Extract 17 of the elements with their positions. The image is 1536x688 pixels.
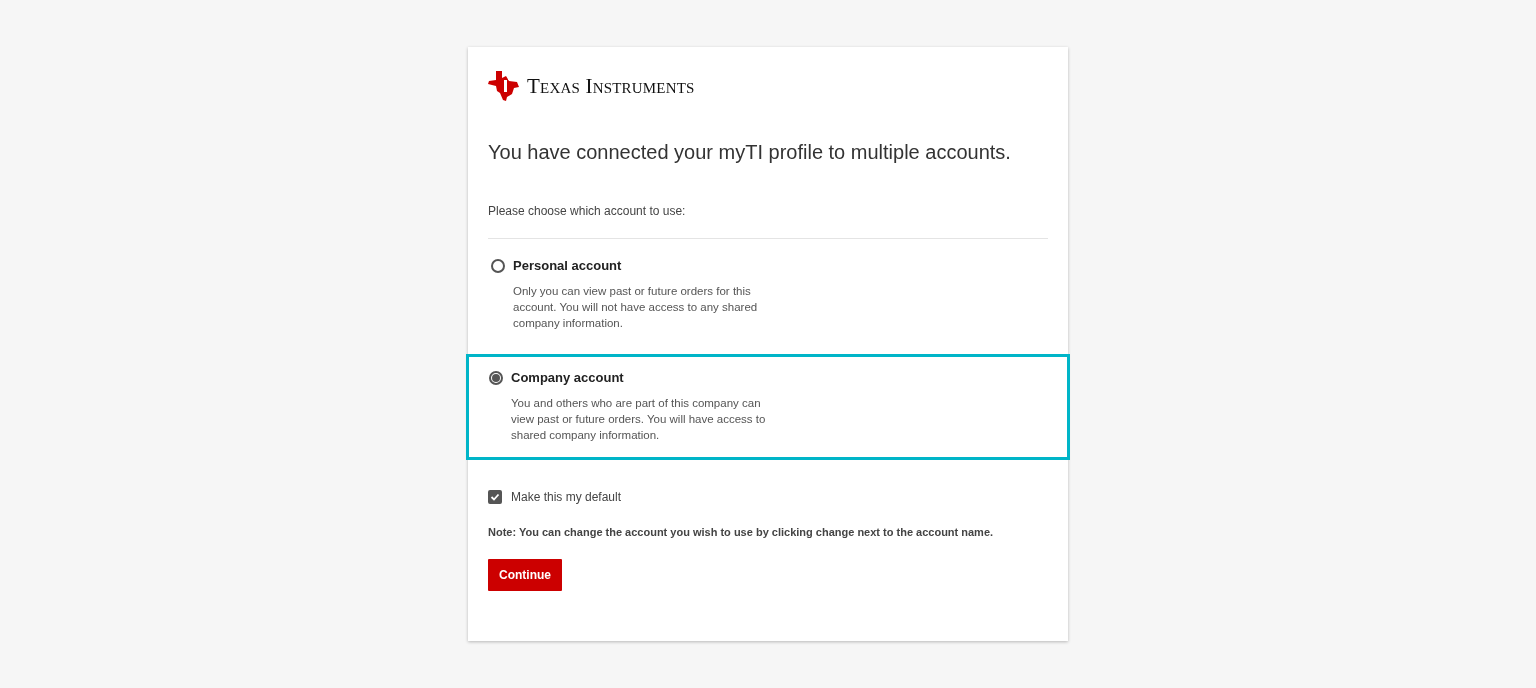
page-heading: You have connected your myTI profile to multiple accounts.: [488, 141, 1012, 164]
checkbox-label: Make this my default: [511, 490, 622, 504]
checkbox[interactable]: [488, 490, 502, 504]
option-description: You and others who are part of this company can view past or future orders. You will have access to shared company information.: [511, 396, 767, 443]
option-label: Company account: [511, 370, 625, 385]
continue-button[interactable]: Continue: [488, 559, 562, 591]
option-description: Only you can view past or future orders for this account. You will not have access to any shared company information.: [513, 284, 759, 331]
option-label: Personal account: [513, 258, 623, 273]
instruction-text: Please choose which account to use:: [488, 204, 687, 218]
note-text: Note: You can change the account you wish to use by clicking change next to the account name.: [488, 526, 995, 538]
logo-icon: [488, 71, 519, 101]
radio-button[interactable]: [489, 371, 503, 385]
brand-name: Texas Instruments: [527, 73, 695, 99]
account-option[interactable]: Personal account Only you can view past or future orders for this account. You will not have access to any shared company information.: [468, 249, 1068, 344]
selected-account-option[interactable]: Company account You and others who are part of this company can view past or future orders. You will have access to shared company information.: [466, 354, 1070, 460]
check-icon: [490, 492, 500, 502]
radio-button[interactable]: [491, 259, 505, 273]
